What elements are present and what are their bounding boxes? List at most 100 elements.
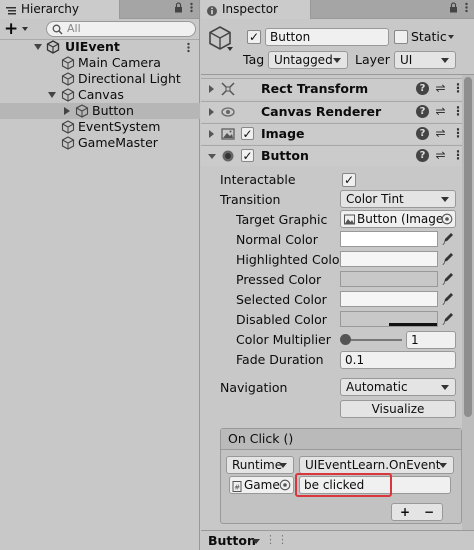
component-button[interactable]: ✓ Button ? ⇌ ⋮ [201,145,474,166]
preset-settings-icon[interactable]: ⇌ [434,105,447,118]
static-dropdown-icon[interactable] [448,35,454,39]
fade-duration-field[interactable]: 0.1 [340,351,456,369]
lock-icon[interactable] [174,2,183,16]
tree-item-label: Button [92,103,134,118]
inspector-tab-bar: Inspector [201,0,474,19]
fold-arrow-icon[interactable] [209,85,214,93]
eyedropper-icon[interactable] [442,312,454,326]
eyedropper-icon[interactable] [442,232,454,246]
transition-dropdown[interactable]: Color Tint [340,190,456,208]
navigation-value: Automatic [346,380,408,394]
kebab-menu-icon[interactable]: ⋮ [452,127,464,140]
scrollbar-thumb[interactable] [464,77,472,417]
on-click-header: On Click () [221,429,461,450]
target-graphic-value: Button (Image [357,212,444,226]
normal-color-swatch[interactable] [340,231,438,247]
gameobject-icon [61,56,75,70]
help-icon[interactable]: ? [416,149,429,162]
function-value: UIEventLearn.OnEvent [305,458,441,472]
kebab-menu-icon[interactable]: ⋮ [452,105,464,118]
resize-grip[interactable]: ⋮⋮ [265,533,289,546]
component-canvas-renderer[interactable]: Canvas Renderer ? ⇌ ⋮ [201,101,474,122]
eyedropper-icon[interactable] [442,292,454,306]
event-target-object-field[interactable]: # Game [229,476,294,494]
tree-item-eventsystem[interactable]: EventSystem [0,119,200,135]
list-add-remove-buttons: + − [391,503,443,521]
fold-arrow-icon[interactable] [208,154,216,159]
kebab-menu-icon[interactable] [465,2,468,16]
eyedropper-icon[interactable] [442,252,454,266]
tree-item-canvas[interactable]: Canvas [0,87,200,103]
disabled-color-swatch[interactable] [340,311,438,327]
kebab-menu-icon[interactable]: ⋮ [452,149,464,162]
button-component-icon [221,149,235,163]
add-listener-button[interactable]: + [400,504,410,520]
button-enabled-checkbox[interactable]: ✓ [241,149,254,162]
tree-item-main-camera[interactable]: Main Camera [0,55,200,71]
layer-dropdown[interactable]: UI [394,51,456,69]
help-icon[interactable]: ? [416,127,429,140]
tree-item-gamemaster[interactable]: GameMaster [0,135,200,151]
chevron-down-icon[interactable] [252,539,260,544]
fold-arrow-icon[interactable] [209,108,214,116]
pressed-color-swatch[interactable] [340,271,438,287]
chevron-down-icon[interactable] [22,27,28,31]
eyedropper-icon[interactable] [442,272,454,286]
inspector-scrollbar[interactable] [462,75,474,530]
kebab-menu-icon[interactable] [190,2,193,16]
static-checkbox[interactable] [394,30,408,44]
highlighted-color-swatch[interactable] [340,251,438,267]
kebab-menu-icon[interactable]: ⋮ [452,82,464,95]
color-multiplier-slider-track[interactable] [344,339,402,341]
search-placeholder: All [67,22,81,35]
lock-icon[interactable] [449,2,458,16]
layer-value: UI [400,53,413,67]
component-rect-transform[interactable]: Rect Transform ? ⇌ ⋮ [201,78,474,99]
help-icon[interactable]: ? [416,105,429,118]
runtime-dropdown[interactable]: Runtime [226,456,294,474]
remove-listener-button[interactable]: − [424,504,434,520]
tree-item-label: GameMaster [78,135,158,150]
object-name-field[interactable]: Button [265,28,389,46]
visualize-button[interactable]: Visualize [340,400,456,418]
color-multiplier-field[interactable]: 1 [406,331,456,349]
interactable-checkbox[interactable]: ✓ [342,173,356,187]
tree-item-label: Canvas [78,87,124,102]
selected-color-swatch[interactable] [340,291,438,307]
inspector-tab[interactable]: Inspector [201,0,311,19]
expand-arrow-icon[interactable] [34,44,42,50]
hierarchy-tab[interactable]: Hierarchy [0,0,120,19]
object-picker-icon[interactable] [441,213,453,227]
preset-settings-icon[interactable]: ⇌ [434,149,447,162]
chevron-down-icon [441,58,449,63]
component-image[interactable]: ✓ Image ? ⇌ ⋮ [201,123,474,144]
chevron-down-icon [441,197,449,202]
fold-arrow-icon[interactable] [209,130,214,138]
hierarchy-search-input[interactable]: All [46,21,196,37]
expand-arrow-icon[interactable] [48,92,56,98]
navigation-dropdown[interactable]: Automatic [340,378,456,396]
tree-item-label: EventSystem [78,119,161,134]
tree-item-directional-light[interactable]: Directional Light [0,71,200,87]
function-dropdown[interactable]: UIEventLearn.OnEvent [299,456,454,474]
hierarchy-tab-icons [174,2,193,16]
collapse-arrow-icon[interactable] [64,107,70,115]
object-active-checkbox[interactable]: ✓ [247,30,261,44]
add-object-button[interactable]: + [4,21,18,38]
help-icon[interactable]: ? [416,82,429,95]
rect-transform-icon [221,82,235,96]
tree-item-button[interactable]: Button [0,103,200,119]
chevron-down-icon [441,385,449,390]
gameobject-icon [61,136,75,150]
image-enabled-checkbox[interactable]: ✓ [241,127,254,140]
color-multiplier-slider-handle[interactable] [340,334,351,345]
target-graphic-field[interactable]: Button (Image [340,210,456,228]
tag-dropdown[interactable]: Untagged [268,51,348,69]
tree-item-uievent[interactable]: UIEvent [0,39,200,55]
normal-color-label: Normal Color [236,232,318,247]
preset-settings-icon[interactable]: ⇌ [434,127,447,140]
object-picker-icon[interactable] [279,479,291,493]
preset-settings-icon[interactable]: ⇌ [434,82,447,95]
image-icon [344,213,355,227]
chevron-down-icon[interactable] [227,47,233,51]
